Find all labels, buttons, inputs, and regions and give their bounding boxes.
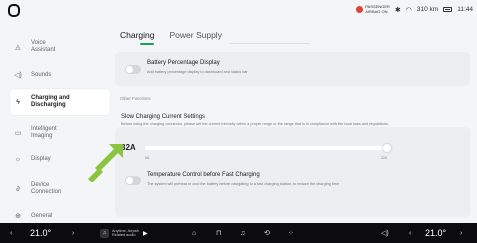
bottom-dock: ‹ 21.0° › ♫ Anytime, Anywh Related audio… bbox=[0, 223, 477, 243]
sidebar-item-label: General bbox=[31, 212, 53, 219]
home-icon[interactable]: ⌂ bbox=[192, 223, 196, 243]
app-logo bbox=[8, 4, 20, 17]
slider-thumb[interactable] bbox=[383, 144, 391, 152]
right-temp-increase[interactable]: › bbox=[460, 223, 462, 243]
airbag-indicator: PASSENGER AIRBAG ON bbox=[356, 4, 390, 14]
sidebar-item-label: Voice Assistant bbox=[31, 40, 56, 53]
divider bbox=[230, 43, 310, 44]
volume-icon[interactable]: ◁) bbox=[381, 223, 389, 243]
sidebar-item-sounds[interactable]: ◁) Sounds bbox=[10, 62, 110, 88]
active-tab-indicator bbox=[140, 43, 154, 45]
range-text: 310 km bbox=[416, 6, 439, 13]
battery-percentage-desc: Add battery percentage display to dashbo… bbox=[147, 70, 248, 74]
charging-icon: ϟ bbox=[16, 98, 20, 106]
360-camera-icon[interactable]: ⟲ bbox=[264, 223, 270, 243]
airbag-icon bbox=[356, 6, 364, 13]
airbag-line2: AIRBAG ON bbox=[365, 8, 388, 14]
left-temp-value[interactable]: 21.0° bbox=[30, 223, 51, 243]
music-title: Anytime, Anywh bbox=[112, 228, 140, 233]
battery-icon bbox=[443, 7, 453, 12]
bluetooth-icon: ✱ bbox=[394, 6, 401, 14]
charging-current-slider[interactable] bbox=[145, 144, 391, 152]
voice-assistant-icon: ◬ bbox=[15, 44, 21, 51]
temp-control-title: Temperature Control before Fast Charging bbox=[147, 172, 260, 178]
slow-charging-title: Slow Charging Current Settings bbox=[121, 114, 206, 120]
section-label: Other Functions bbox=[120, 96, 151, 101]
right-temp-decrease[interactable]: ‹ bbox=[409, 223, 411, 243]
car-icon[interactable]: ⊓ bbox=[216, 223, 221, 243]
tab-power-supply[interactable]: Power Supply bbox=[170, 30, 222, 40]
sidebar-item-label: Charging and Discharging bbox=[31, 95, 70, 108]
battery-percentage-title: Battery Percentage Display bbox=[147, 60, 220, 66]
slider-fill bbox=[145, 146, 387, 150]
brightness-icon: ☼ bbox=[14, 155, 22, 163]
slow-charging-desc: Before using the charging connector, ple… bbox=[121, 122, 389, 126]
settings-sidebar: ◬ Voice Assistant ◁) Sounds ϟ Charging a… bbox=[0, 22, 110, 223]
link-icon: ∂ bbox=[16, 185, 20, 193]
music-icon: ♫ bbox=[100, 228, 109, 238]
slider-max-label: 32A bbox=[381, 156, 388, 160]
clock: 11:44 bbox=[457, 6, 473, 13]
settings-content: Charging Power Supply Battery Percentage… bbox=[110, 22, 477, 223]
sidebar-item-voice-assistant[interactable]: ◬ Voice Assistant bbox=[10, 34, 110, 60]
music-widget[interactable]: ♫ Anytime, Anywh Related audio ▶ bbox=[100, 223, 148, 243]
tab-bar: Charging Power Supply bbox=[120, 30, 222, 40]
speaker-icon: ◁) bbox=[14, 72, 22, 79]
right-temp-value[interactable]: 21.0° bbox=[425, 223, 446, 243]
wifi-icon: ◠ bbox=[405, 6, 412, 14]
slider-min-label: 6A bbox=[145, 156, 150, 160]
status-bar: PASSENGER AIRBAG ON ✱ ◠ 310 km 11:44 bbox=[0, 0, 477, 22]
tab-charging[interactable]: Charging bbox=[120, 30, 155, 40]
sidebar-item-label: Display bbox=[31, 155, 51, 162]
battery-percentage-card: Battery Percentage Display Add battery p… bbox=[115, 52, 470, 86]
temp-control-toggle[interactable] bbox=[125, 176, 141, 185]
camera-icon: ▭ bbox=[14, 130, 22, 137]
status-indicators: PASSENGER AIRBAG ON ✱ ◠ 310 km 11:44 bbox=[356, 4, 473, 14]
sidebar-item-charging[interactable]: ϟ Charging and Discharging bbox=[10, 89, 110, 115]
play-icon[interactable]: ▶ bbox=[143, 230, 148, 237]
sidebar-item-label: Sounds bbox=[31, 71, 52, 78]
left-temp-decrease[interactable]: ‹ bbox=[10, 223, 12, 243]
battery-percentage-toggle[interactable] bbox=[125, 65, 141, 74]
sidebar-item-label: Intelligent Imaging bbox=[31, 126, 57, 139]
left-temp-increase[interactable]: › bbox=[72, 223, 74, 243]
general-icon: ⊕ bbox=[15, 213, 21, 220]
music-subtitle: Related audio bbox=[112, 233, 136, 237]
music-note-icon[interactable]: ♫ bbox=[240, 223, 245, 243]
apps-grid-icon[interactable]: ⁘ bbox=[288, 223, 294, 243]
sidebar-item-label: Device Connection bbox=[31, 182, 62, 195]
temp-control-desc: The system will preheat or cool the batt… bbox=[147, 182, 340, 186]
pointer-arrow-icon bbox=[88, 144, 123, 182]
